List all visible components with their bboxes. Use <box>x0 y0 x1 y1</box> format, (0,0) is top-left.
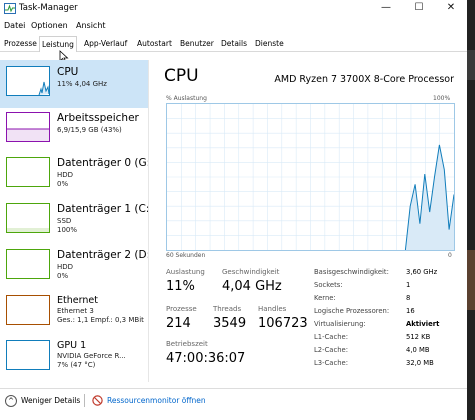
sidebar-item-subtitle: HDD <box>57 171 74 179</box>
background-stripe <box>467 250 475 310</box>
menu-bar: Datei Optionen Ansicht <box>0 19 467 33</box>
x-axis-label: 60 Sekunden <box>166 252 206 259</box>
tab-bar: Prozesse Leistung App-Verlauf Autostart … <box>0 36 467 52</box>
window-title: Task-Manager <box>19 3 78 13</box>
cpu-usage-graph <box>166 103 455 251</box>
sidebar-item-cpu[interactable]: CPU 11% 4,04 GHz <box>0 60 148 108</box>
sidebar-item-subtitle: Ethernet 3 <box>57 307 94 315</box>
sidebar-item-subtitle: 6,9/15,9 GB (43%) <box>57 126 122 134</box>
detail-value: 3,60 GHz <box>406 268 438 276</box>
uptime-label: Betriebszeit <box>166 340 208 348</box>
detail-value: Aktiviert <box>406 320 440 328</box>
sidebar-item-title: Arbeitsspeicher <box>57 112 139 124</box>
sidebar-item-title: Datenträger 1 (C:) <box>57 203 148 215</box>
utilization-label: Auslastung <box>166 268 205 276</box>
gpu-thumbnail <box>6 340 50 370</box>
background-edge <box>467 0 475 420</box>
sidebar-item-disk-2[interactable]: Datenträger 2 (D: E HDD 0% <box>0 243 148 291</box>
tab-autostart[interactable]: Autostart <box>135 38 174 50</box>
detail-label: Virtualisierung: <box>314 320 366 328</box>
detail-value: 512 KB <box>406 333 431 341</box>
sidebar-item-value: 0% <box>57 272 69 280</box>
disk-thumbnail <box>6 203 50 233</box>
menu-optionen[interactable]: Optionen <box>31 21 68 30</box>
handles-label: Handles <box>258 305 287 313</box>
sidebar-item-title: Datenträger 0 (G:) <box>57 157 148 169</box>
detail-label: L2-Cache: <box>314 346 348 354</box>
cpu-usage-graph-svg <box>167 104 455 251</box>
y-axis-label: % Auslastung <box>166 95 207 102</box>
tab-app-verlauf[interactable]: App-Verlauf <box>82 38 129 50</box>
utilization-value: 11% <box>166 279 195 294</box>
title-bar: Task-Manager — ☐ ✕ <box>0 0 467 18</box>
speed-value: 4,04 GHz <box>222 279 282 294</box>
detail-value: 4,0 MB <box>406 346 430 354</box>
resource-monitor-icon[interactable] <box>92 395 103 406</box>
minimize-button[interactable]: — <box>379 2 393 13</box>
sidebar-item-value: 100% <box>57 226 78 234</box>
sidebar-item-value: Ges.: 1,1 Empf.: 0,3 MBit <box>57 316 144 324</box>
menu-ansicht[interactable]: Ansicht <box>76 21 106 30</box>
detail-label: L3-Cache: <box>314 359 348 367</box>
bottom-separator <box>84 394 85 407</box>
cpu-thumbnail <box>6 66 50 96</box>
tab-dienste[interactable]: Dienste <box>253 38 286 50</box>
maximize-button[interactable]: ☐ <box>412 2 426 13</box>
sidebar-item-title: GPU 1 <box>57 340 87 351</box>
sidebar-item-subtitle: HDD <box>57 263 74 271</box>
sidebar-item-title: Ethernet <box>57 295 98 306</box>
sidebar-item-subtitle: 11% 4,04 GHz <box>57 80 107 88</box>
performance-sidebar: CPU 11% 4,04 GHz Arbeitsspeicher 6,9/15,… <box>0 60 148 382</box>
disk-thumbnail <box>6 157 50 187</box>
sidebar-divider <box>148 60 149 382</box>
sidebar-item-memory[interactable]: Arbeitsspeicher 6,9/15,9 GB (43%) <box>0 106 148 154</box>
sidebar-item-gpu[interactable]: GPU 1 NVIDIA GeForce R... 7% (47 °C) <box>0 334 148 382</box>
sidebar-item-subtitle: NVIDIA GeForce R... <box>57 352 126 360</box>
menu-datei[interactable]: Datei <box>4 21 25 30</box>
y-axis-max-label: 100% <box>433 95 451 102</box>
memory-thumbnail <box>6 112 50 142</box>
detail-label: Sockets: <box>314 281 343 289</box>
background-stripe <box>467 50 475 80</box>
detail-label: Logische Prozessoren: <box>314 307 390 315</box>
sidebar-item-disk-1[interactable]: Datenträger 1 (C:) SSD 100% <box>0 197 148 245</box>
detail-value: 1 <box>406 281 411 289</box>
detail-value: 32,0 MB <box>406 359 434 367</box>
detail-value: 8 <box>406 294 411 302</box>
sidebar-item-title: CPU <box>57 66 79 78</box>
y-axis-min-label: 0 <box>448 252 452 259</box>
resource-monitor-link[interactable]: Ressourcenmonitor öffnen <box>107 396 206 405</box>
sidebar-item-value: 7% (47 °C) <box>57 361 96 369</box>
uptime-value: 47:00:36:07 <box>166 351 246 366</box>
tab-prozesse[interactable]: Prozesse <box>2 38 39 50</box>
processes-label: Prozesse <box>166 305 197 313</box>
processes-value: 214 <box>166 316 191 331</box>
speed-label: Geschwindigkeit <box>222 268 280 276</box>
detail-label: Kerne: <box>314 294 336 302</box>
detail-label: L1-Cache: <box>314 333 348 341</box>
task-manager-icon <box>4 3 16 14</box>
ethernet-thumbnail <box>6 295 50 325</box>
sidebar-item-value: 0% <box>57 180 69 188</box>
detail-label: Basisgeschwindigkeit: <box>314 268 389 276</box>
page-title: CPU <box>164 66 199 86</box>
disk-thumbnail <box>6 249 50 279</box>
tab-benutzer[interactable]: Benutzer <box>178 38 216 50</box>
threads-label: Threads <box>213 305 242 313</box>
threads-value: 3549 <box>213 316 247 331</box>
sidebar-item-disk-0[interactable]: Datenträger 0 (G:) HDD 0% <box>0 151 148 199</box>
sidebar-item-title: Datenträger 2 (D: E <box>57 249 148 261</box>
chevron-up-icon[interactable]: ^ <box>5 395 17 407</box>
bottom-bar: ^ Weniger Details Ressourcenmonitor öffn… <box>0 388 467 413</box>
sidebar-item-ethernet[interactable]: Ethernet Ethernet 3 Ges.: 1,1 Empf.: 0,3… <box>0 289 148 337</box>
fewer-details-button[interactable]: Weniger Details <box>21 396 80 405</box>
detail-value: 16 <box>406 307 415 315</box>
handles-value: 106723 <box>258 316 308 331</box>
close-button[interactable]: ✕ <box>444 2 458 13</box>
sidebar-item-subtitle: SSD <box>57 217 72 225</box>
cpu-model-name: AMD Ryzen 7 3700X 8-Core Processor <box>274 74 454 85</box>
tab-leistung[interactable]: Leistung <box>39 36 77 52</box>
tab-details[interactable]: Details <box>219 38 249 50</box>
